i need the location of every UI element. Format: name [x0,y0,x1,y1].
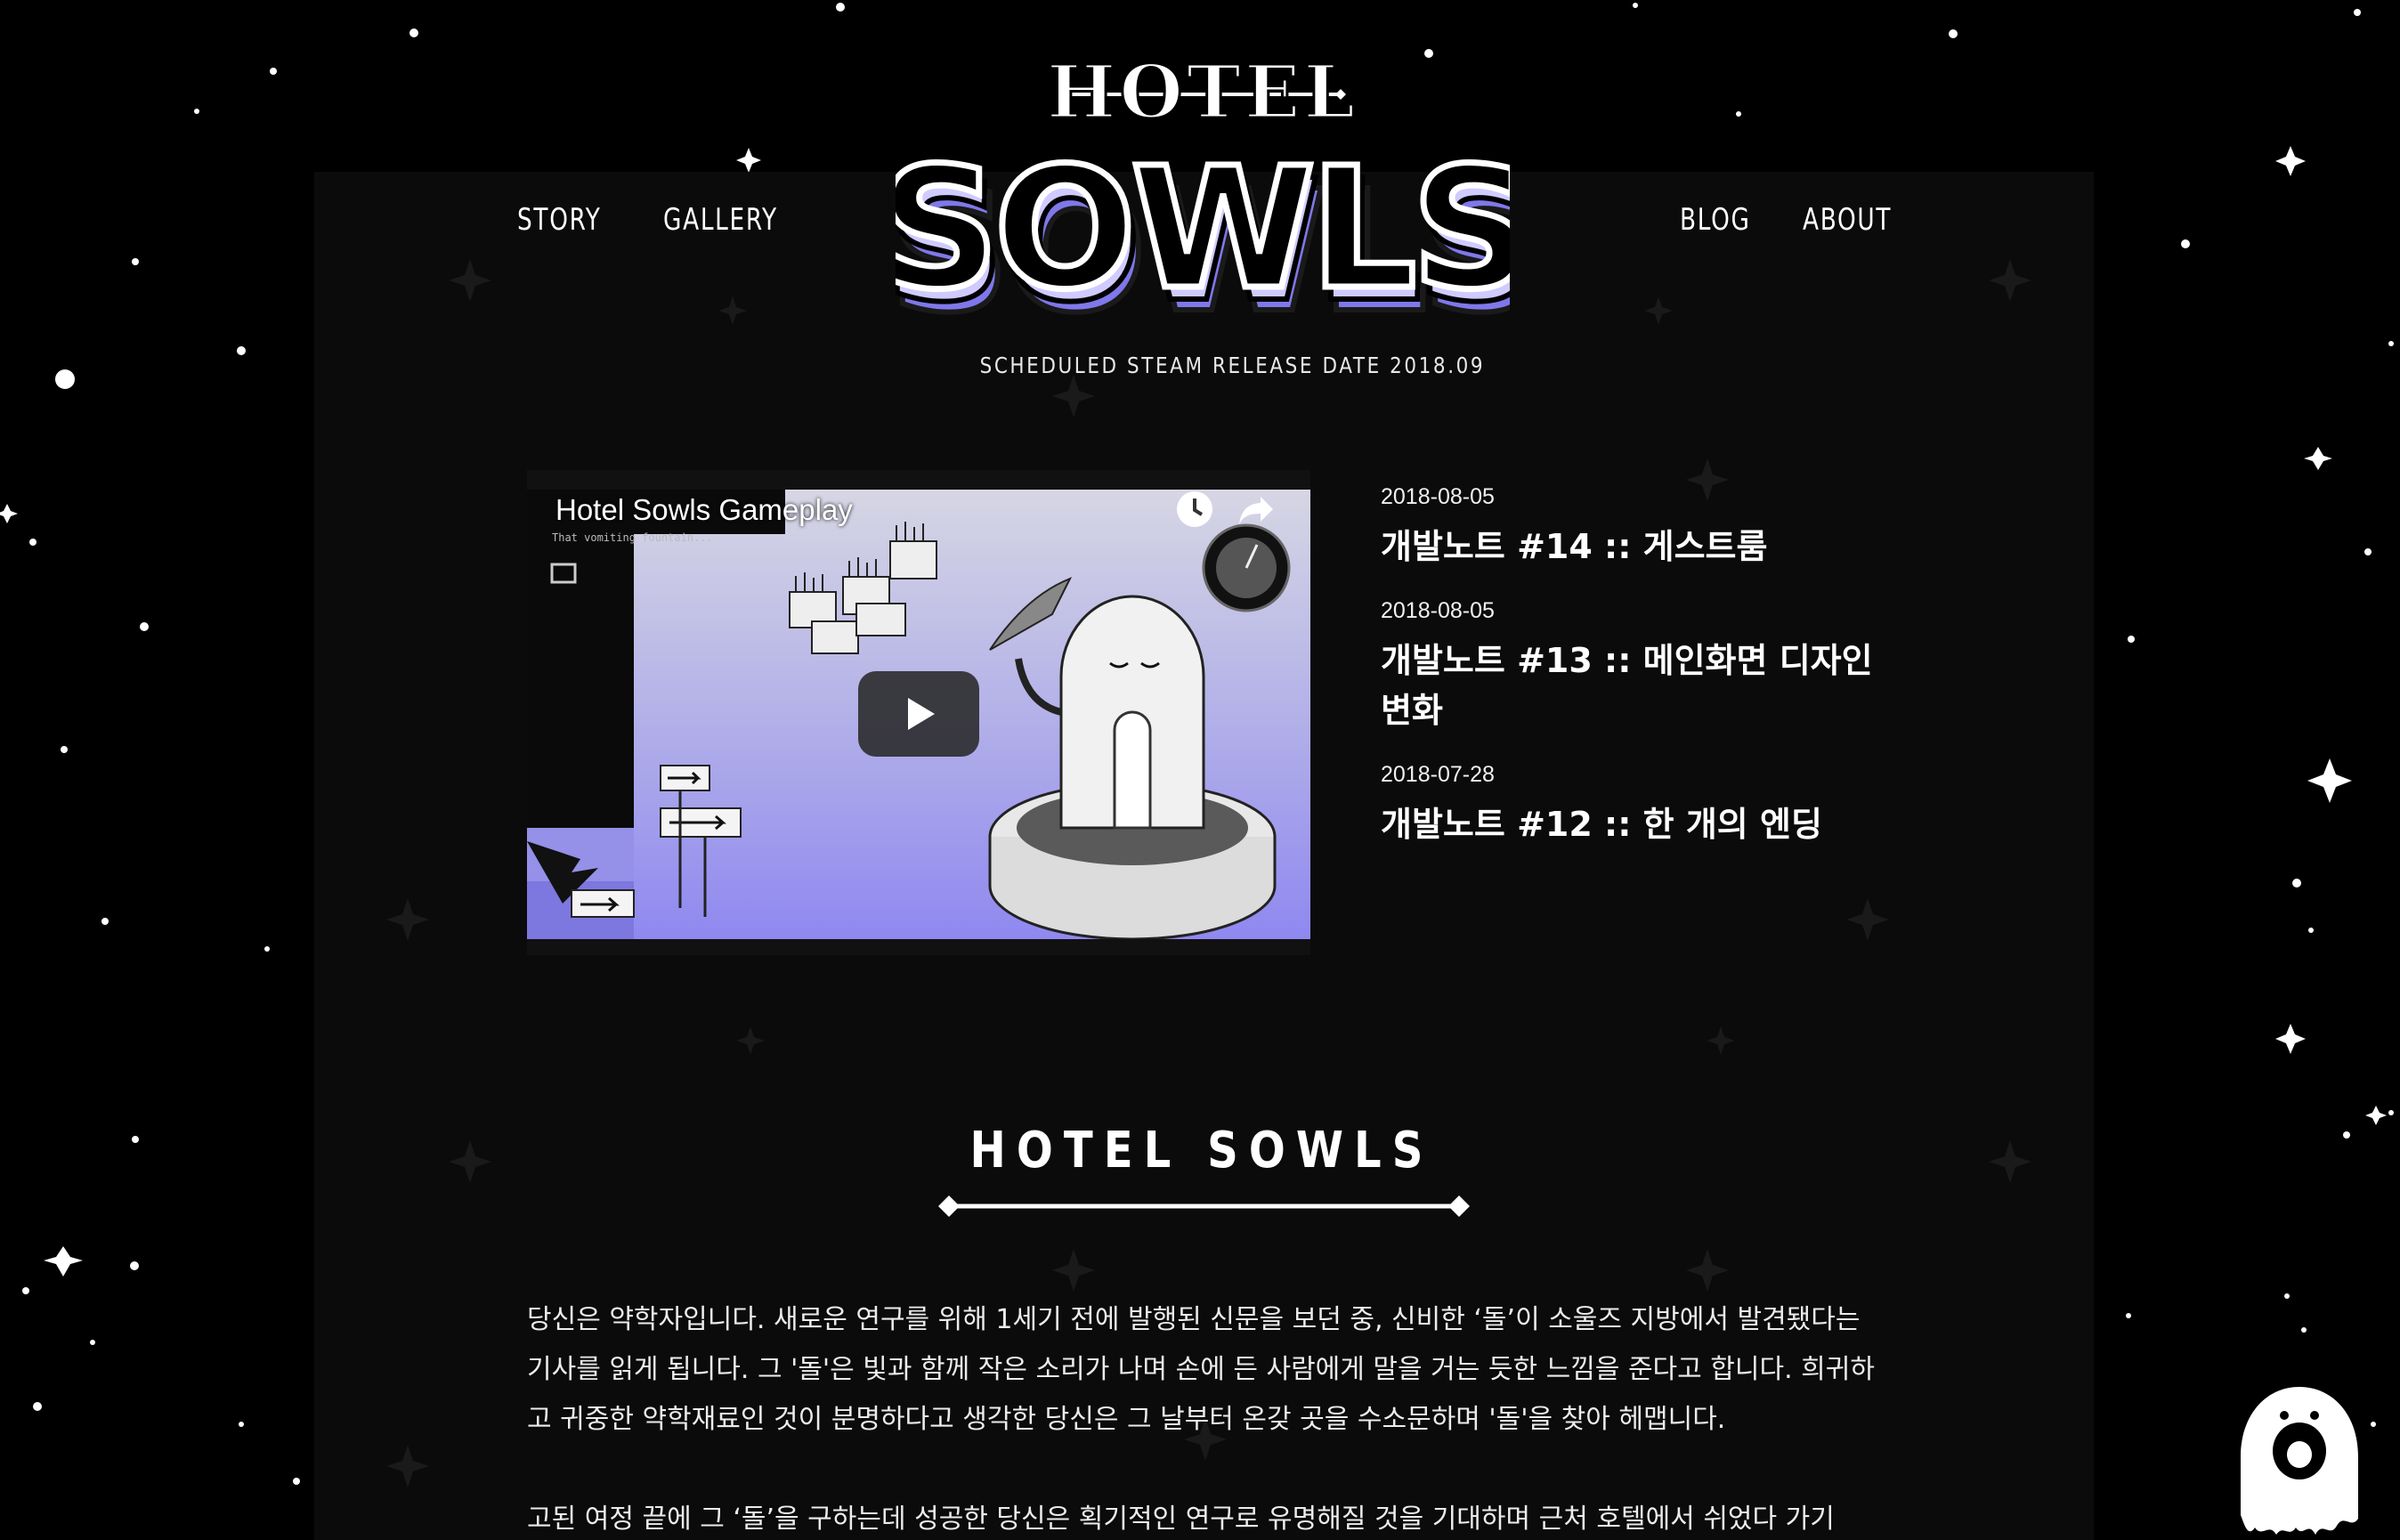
video-title[interactable]: Hotel Sowls Gameplay [555,493,853,527]
hotel-sowls-logo[interactable]: HOTEL SOWLS SOWLS SOWLS [896,39,1510,343]
post-date: 2018-08-05 [1381,484,1495,509]
post-date: 2018-08-05 [1381,598,1495,623]
post-item: 2018-08-05 개발노트 #14 :: 게스트룸 [1381,481,1915,571]
release-date-text: SCHEDULED STEAM RELEASE DATE 2018.09 [979,353,1486,378]
post-item: 2018-08-05 개발노트 #13 :: 메인화면 디자인 변화 [1381,595,1915,735]
nav-about-link[interactable]: ABOUT [1803,202,1892,238]
watch-later-clock-icon[interactable] [1175,490,1214,529]
post-title-link[interactable]: 개발노트 #13 :: 메인화면 디자인 변화 [1381,636,1915,735]
post-title-link[interactable]: 개발노트 #12 :: 한 개의 엔딩 [1381,799,1915,849]
nav-blog-link[interactable]: BLOG [1680,202,1751,238]
story-paragraph: 당신은 약학자입니다. 새로운 연구를 위해 1세기 전에 발행된 신문을 보던… [527,1304,1875,1435]
post-date: 2018-07-28 [1381,762,1495,787]
nav-gallery-link[interactable]: GALLERY [663,202,778,238]
logo-hotel-wordmark: HOTEL [1045,49,1358,137]
post-item: 2018-07-28 개발노트 #12 :: 한 개의 엔딩 [1381,758,1915,849]
svg-text:That vomiting fountain...: That vomiting fountain... [552,531,713,544]
story-paragraph: 고된 여정 끝에 그 ‘돌’을 구하는데 성공한 당신은 획기적인 연구로 유명… [527,1504,1835,1535]
title-divider [938,1196,1470,1217]
recent-posts-list: 2018-08-05 개발노트 #14 :: 게스트룸 2018-08-05 개… [1381,481,1915,872]
ghost-mascot-icon[interactable] [2233,1380,2366,1540]
story-text: 당신은 약학자입니다. 새로운 연구를 위해 1세기 전에 발행된 신문을 보던… [527,1295,1880,1540]
nav-story-link[interactable]: STORY [517,202,602,238]
svg-text:SOWLS: SOWLS [896,132,1510,327]
section-title: HOTEL SOWLS [969,1122,1434,1179]
play-icon [908,698,935,730]
logo-sowls-wordmark: SOWLS SOWLS SOWLS [896,129,1510,343]
page: STORY GALLERY BLOG ABOUT HOTEL SOWLS SOW… [0,0,2400,1540]
post-title-link[interactable]: 개발노트 #14 :: 게스트룸 [1381,522,1915,571]
svg-text:HOTEL: HOTEL [1047,50,1358,135]
play-button[interactable] [858,671,979,757]
share-icon[interactable] [1237,490,1277,529]
video-player[interactable]: That vomiting fountain... Hotel Sowls Ga… [527,470,1310,955]
